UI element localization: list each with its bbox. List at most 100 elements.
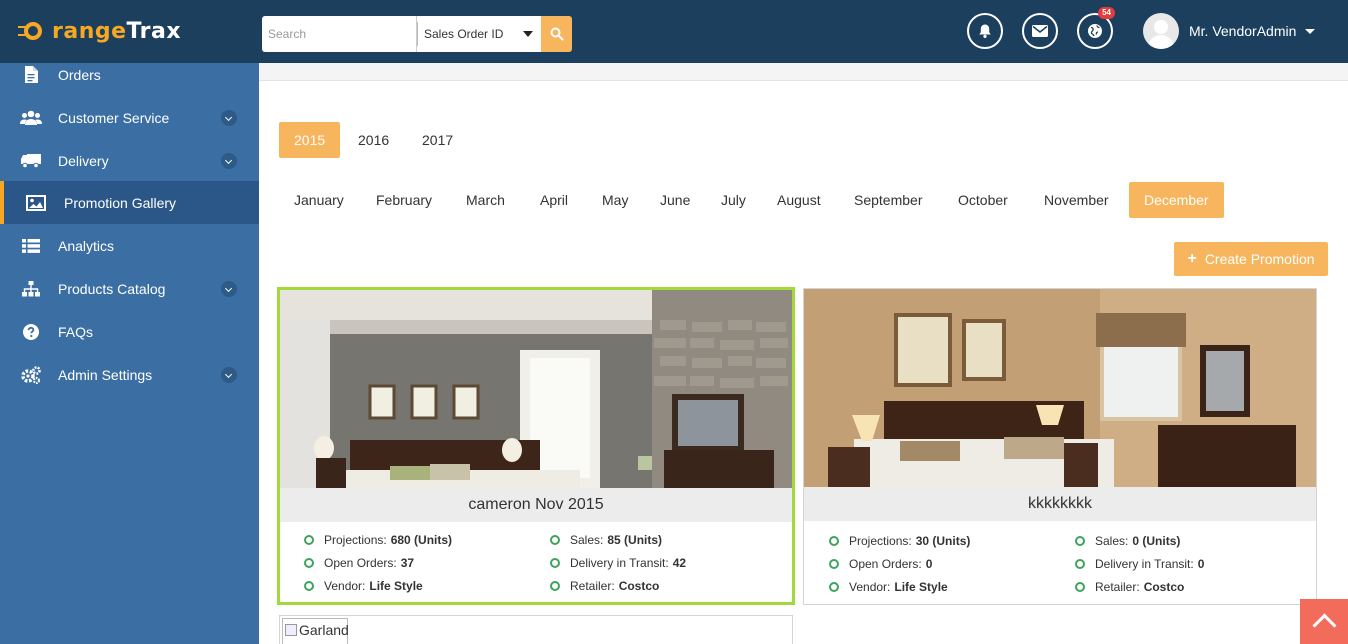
status-dot-icon — [1075, 582, 1085, 592]
sidebar-item-promotion-gallery[interactable]: Promotion Gallery — [0, 181, 259, 224]
sales-stat: Sales: 85 (Units) — [550, 533, 662, 547]
month-tab-january[interactable]: January — [279, 182, 359, 218]
status-dot-icon — [1075, 559, 1085, 569]
month-tab-april[interactable]: April — [525, 182, 583, 218]
bell-icon — [979, 24, 991, 38]
chevron-down-icon[interactable] — [221, 153, 237, 169]
create-promotion-label: Create Promotion — [1204, 251, 1315, 267]
year-tab-2017[interactable]: 2017 — [407, 122, 468, 158]
broken-image-icon — [285, 624, 297, 636]
search-bar: Sales Order ID — [262, 16, 572, 52]
sidebar-item-products-catalog[interactable]: Products Catalog — [0, 267, 259, 310]
promotion-title: kkkkkkkk — [804, 487, 1316, 521]
promotion-image[interactable] — [280, 290, 792, 488]
month-tab-december[interactable]: December — [1129, 182, 1224, 218]
plus-icon: + — [1187, 250, 1197, 267]
messages-button[interactable] — [1022, 13, 1058, 49]
sidebar-item-label: Analytics — [58, 237, 115, 254]
avatar — [1143, 13, 1179, 49]
month-tab-july[interactable]: July — [706, 182, 761, 218]
delivery-in-transit-stat: Delivery in Transit: 42 — [550, 556, 686, 570]
broken-image[interactable]: Garland — [282, 618, 349, 644]
sidebar-item-label: Delivery — [58, 152, 109, 169]
search-filter-value: Sales Order ID — [424, 27, 504, 41]
status-dot-icon — [550, 558, 560, 568]
question-icon — [20, 323, 42, 341]
status-dot-icon — [304, 581, 314, 591]
caret-down-icon — [523, 31, 533, 37]
month-tab-may[interactable]: May — [587, 182, 643, 218]
status-dot-icon — [550, 535, 560, 545]
status-dot-icon — [304, 535, 314, 545]
sidebar-item-analytics[interactable]: Analytics — [0, 224, 259, 267]
month-tab-february[interactable]: February — [361, 182, 447, 218]
orangetrax-logo[interactable]: rangeTrax — [18, 14, 181, 48]
envelope-icon — [1032, 25, 1048, 37]
projections-stat: Projections: 680 (Units) — [304, 533, 452, 547]
month-tab-september[interactable]: September — [839, 182, 937, 218]
promotion-card[interactable]: Garland — [279, 615, 793, 644]
vendor-stat: Vendor: Life Style — [304, 579, 423, 593]
sidebar-item-label: Orders — [58, 66, 101, 83]
logo-text: rangeTrax — [52, 18, 182, 44]
sidebar-item-label: Products Catalog — [58, 280, 166, 297]
caret-down-icon — [1305, 28, 1316, 34]
file-icon — [20, 66, 42, 84]
scroll-to-top-button[interactable] — [1300, 599, 1348, 644]
retailer-stat: Retailer: Costco — [1075, 580, 1184, 594]
promotion-image[interactable] — [804, 289, 1316, 487]
chevron-down-icon[interactable] — [221, 367, 237, 383]
user-name: Mr. VendorAdmin — [1189, 23, 1297, 39]
open-orders-stat: Open Orders: 0 — [829, 557, 932, 571]
year-tab-2015[interactable]: 2015 — [279, 122, 341, 158]
search-input[interactable] — [262, 16, 416, 52]
broken-image-alt: Garland — [299, 622, 349, 638]
sidebar-item-customer-service[interactable]: Customer Service — [0, 96, 259, 139]
status-dot-icon — [304, 558, 314, 568]
sidebar-item-orders[interactable]: Orders — [0, 53, 259, 96]
search-button[interactable] — [541, 16, 572, 52]
sidebar-item-delivery[interactable]: Delivery — [0, 139, 259, 182]
promotion-card[interactable]: cameron Nov 2015 Projections: 680 (Units)… — [277, 287, 795, 605]
sidebar-item-label: Promotion Gallery — [64, 194, 177, 211]
content-header-strip — [259, 63, 1348, 81]
vendor-stat: Vendor: Life Style — [829, 580, 948, 594]
globe-button[interactable]: 54 — [1077, 7, 1115, 49]
month-tab-march[interactable]: March — [451, 182, 520, 218]
sitemap-icon — [20, 280, 42, 298]
search-filter-select[interactable]: Sales Order ID — [416, 16, 541, 52]
month-tab-august[interactable]: August — [762, 182, 836, 218]
status-dot-icon — [829, 536, 839, 546]
sidebar: Orders Customer Service Delivery Promoti… — [0, 63, 259, 644]
image-icon — [25, 194, 47, 212]
open-orders-stat: Open Orders: 37 — [304, 556, 414, 570]
main-content: 2015 2016 2017 January February March Ap… — [259, 63, 1348, 644]
chevron-down-icon[interactable] — [221, 110, 237, 126]
create-promotion-button[interactable]: + Create Promotion — [1174, 242, 1328, 276]
sidebar-item-label: Customer Service — [58, 109, 170, 126]
list-icon — [20, 237, 42, 255]
sidebar-item-faqs[interactable]: FAQs — [0, 310, 259, 353]
sidebar-item-label: FAQs — [58, 323, 94, 340]
user-menu[interactable]: Mr. VendorAdmin — [1143, 12, 1316, 50]
retailer-stat: Retailer: Costco — [550, 579, 659, 593]
status-dot-icon — [829, 559, 839, 569]
status-dot-icon — [829, 582, 839, 592]
search-icon — [550, 27, 564, 41]
month-tab-june[interactable]: June — [645, 182, 705, 218]
delivery-in-transit-stat: Delivery in Transit: 0 — [1075, 557, 1204, 571]
month-tab-october[interactable]: October — [943, 182, 1023, 218]
chevron-down-icon[interactable] — [221, 281, 237, 297]
month-tab-november[interactable]: November — [1029, 182, 1124, 218]
sidebar-item-admin-settings[interactable]: Admin Settings — [0, 353, 259, 396]
status-dot-icon — [1075, 536, 1085, 546]
status-dot-icon — [550, 581, 560, 591]
sales-stat: Sales: 0 (Units) — [1075, 534, 1180, 548]
notification-count-badge: 54 — [1098, 7, 1115, 19]
notifications-button[interactable] — [967, 13, 1003, 49]
truck-icon — [20, 152, 42, 170]
year-tab-2016[interactable]: 2016 — [343, 122, 404, 158]
promotion-card[interactable]: kkkkkkkk Projections: 30 (Units) Sales: 0 … — [803, 288, 1317, 605]
globe-icon — [1088, 24, 1102, 38]
sidebar-item-label: Admin Settings — [58, 366, 153, 383]
